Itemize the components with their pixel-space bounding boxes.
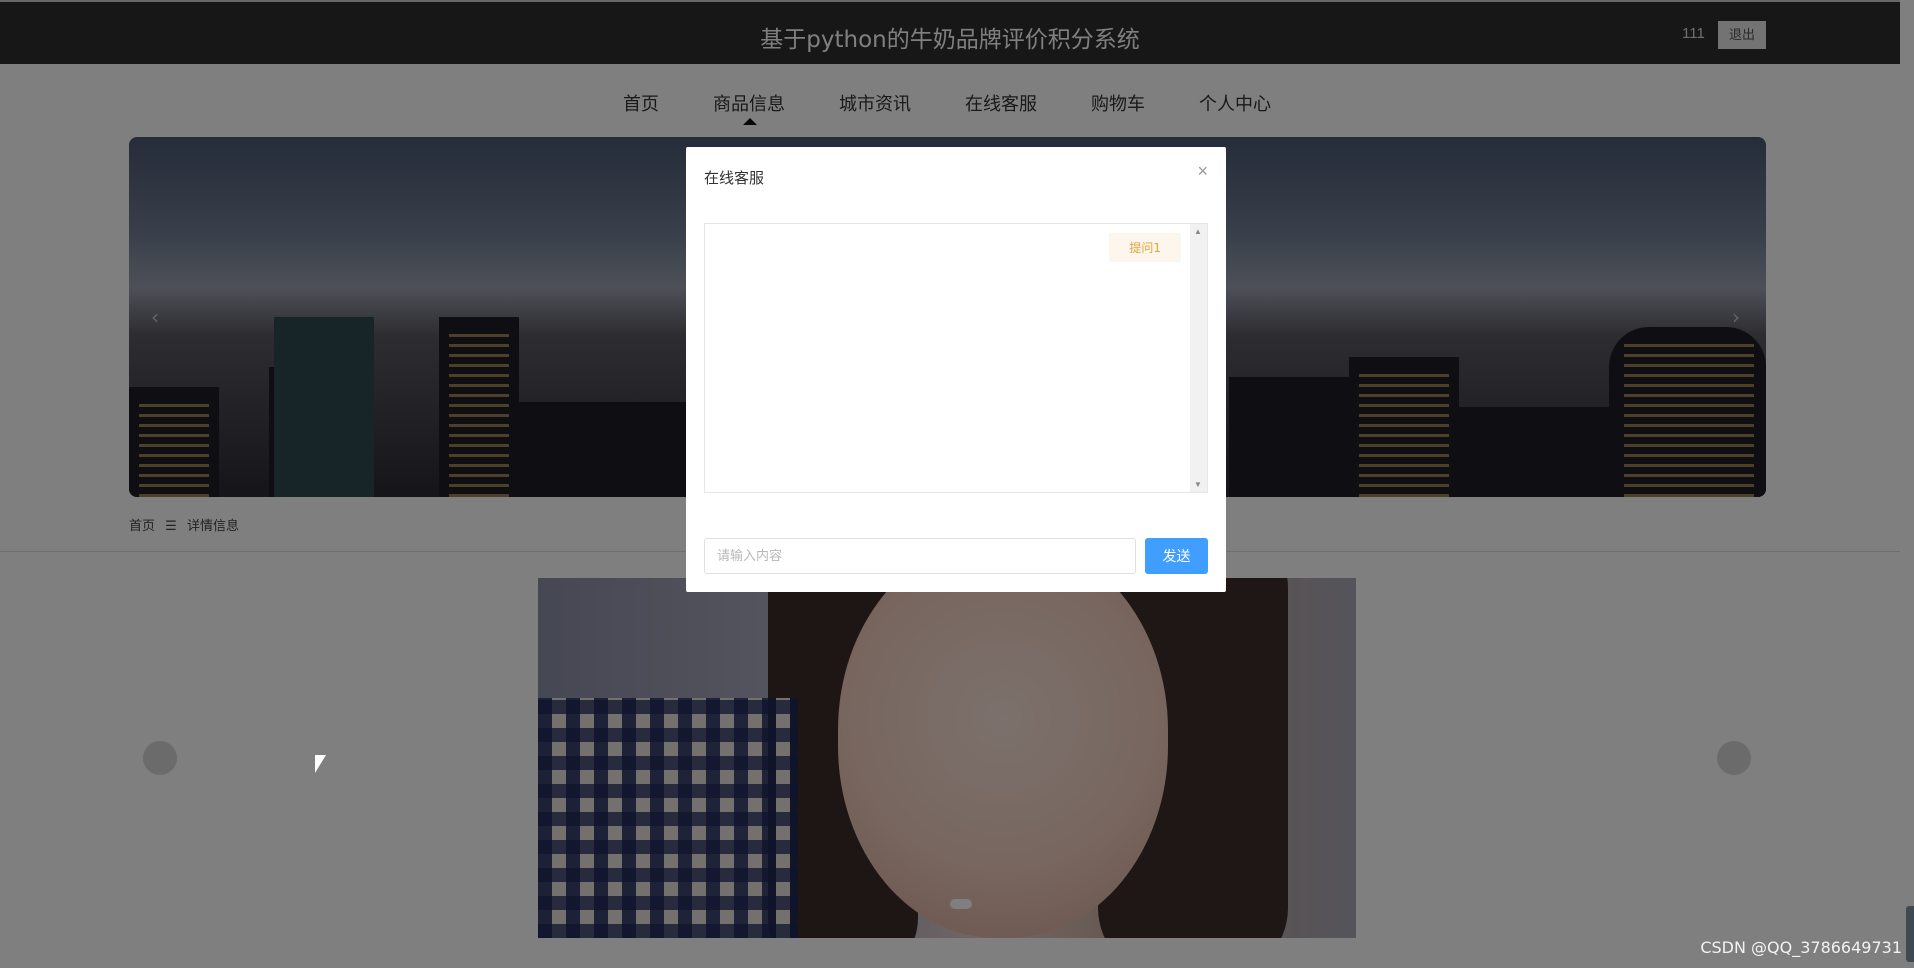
close-icon[interactable]: × [1197,161,1208,182]
watermark: CSDN @QQ_3786649731 [1700,938,1902,957]
chat-dialog: 在线客服 × 提问1 ▲ ▼ 发送 [686,147,1226,592]
scroll-down-arrow-icon[interactable]: ▼ [1194,480,1202,489]
message-input[interactable] [704,538,1136,574]
mouse-cursor-icon [315,755,326,773]
scroll-up-arrow-icon[interactable]: ▲ [1194,227,1202,236]
side-widget[interactable] [1906,906,1914,962]
send-button[interactable]: 发送 [1145,538,1208,574]
dialog-title: 在线客服 [704,169,765,187]
chat-message-list[interactable]: 提问1 ▲ ▼ [704,223,1208,493]
chat-scrollbar[interactable]: ▲ ▼ [1190,224,1207,492]
chat-message: 提问1 [1109,233,1181,262]
